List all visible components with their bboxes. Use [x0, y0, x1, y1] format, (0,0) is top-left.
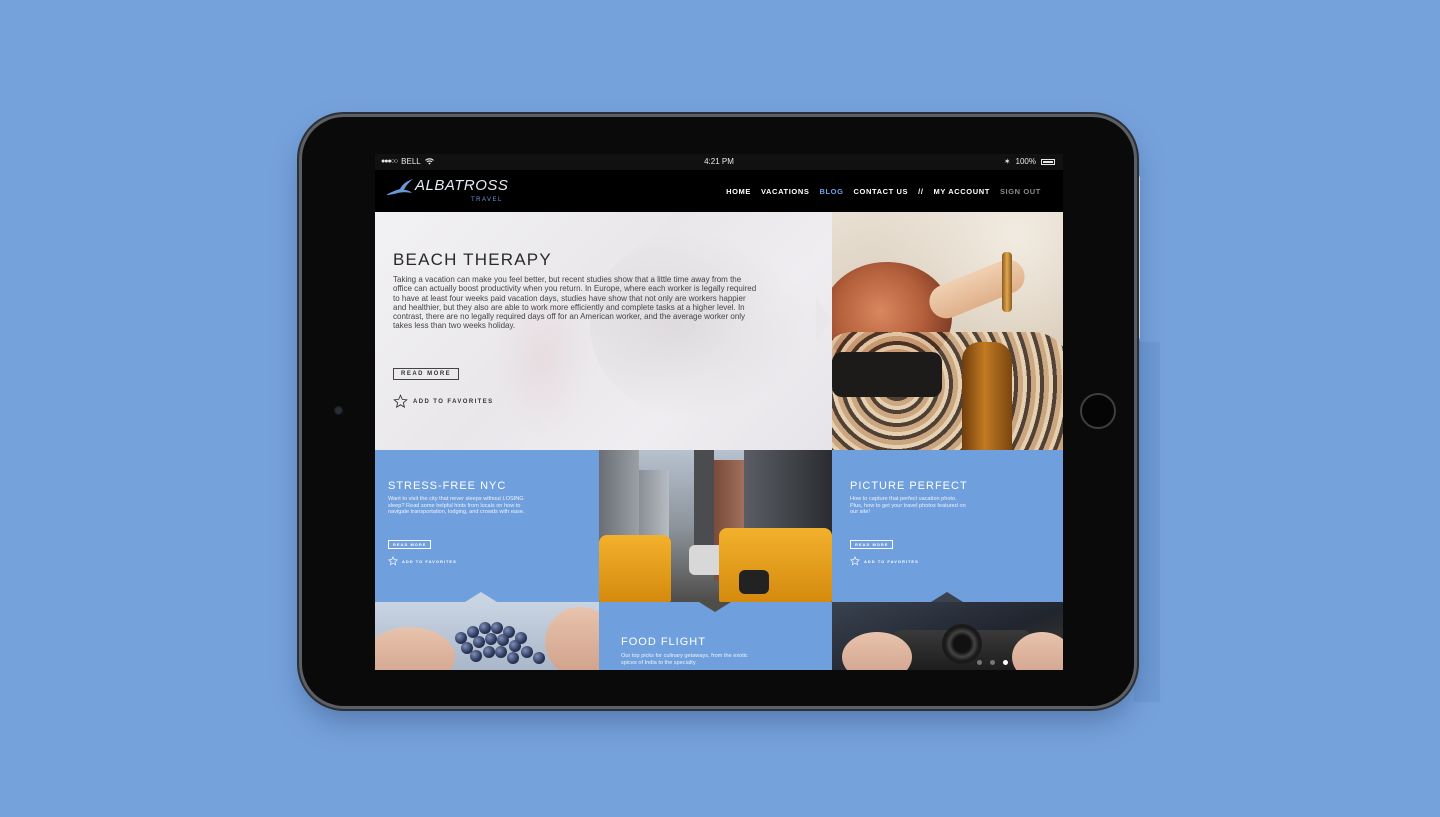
photo-grape	[509, 640, 521, 652]
tile-picture-favorites-label: ADD TO FAVORITES	[864, 558, 919, 564]
hero-section: BEACH THERAPY Taking a vacation can make…	[375, 212, 1063, 450]
photo-building	[694, 450, 714, 550]
tile-nyc[interactable]: STRESS-FREE NYC Want to visit the city t…	[375, 450, 599, 602]
status-bar: ●●●○○ BELL 4:21 PM ✶ 100%	[375, 154, 1063, 170]
photo-hand	[545, 607, 599, 670]
photo-bottle	[962, 342, 1012, 450]
brand-sub: TRAVEL	[471, 197, 503, 203]
nav-home[interactable]: HOME	[726, 187, 751, 196]
star-icon	[393, 394, 408, 409]
food-notch	[699, 602, 731, 612]
tile-food-text: Our top picks for culinary getaways, fro…	[621, 653, 748, 666]
hero-notch	[816, 298, 832, 342]
tile-food-title: FOOD FLIGHT	[621, 636, 706, 648]
hero-text-panel: BEACH THERAPY Taking a vacation can make…	[375, 212, 832, 450]
camera-icon	[334, 406, 343, 415]
carousel-dot[interactable]	[990, 660, 995, 665]
logo[interactable]: ALBATROSS TRAVEL	[385, 177, 509, 203]
star-icon	[850, 556, 860, 566]
ipad-shadow	[1134, 342, 1160, 702]
photo-grape	[491, 622, 503, 634]
camera-notch	[931, 592, 963, 602]
tile-picture-text: How to capture that perfect vacation pho…	[850, 496, 966, 516]
carousel-dot[interactable]	[977, 660, 982, 665]
nav-my-account[interactable]: MY ACCOUNT	[934, 187, 990, 196]
nav-vacations[interactable]: VACATIONS	[761, 187, 809, 196]
tile-picture-perfect[interactable]: PICTURE PERFECT How to capture that perf…	[832, 450, 1063, 602]
photo-grape	[473, 636, 485, 648]
nav-contact-us[interactable]: CONTACT US	[854, 187, 909, 196]
main-nav: HOME VACATIONS BLOG CONTACT US // MY ACC…	[726, 187, 1041, 196]
hero-add-favorites[interactable]: ADD TO FAVORITES	[393, 394, 494, 409]
photo-hand	[375, 627, 455, 670]
photo-taxi	[719, 528, 832, 602]
photo-grape	[483, 646, 495, 658]
photo-wheel	[739, 570, 769, 594]
tile-picture-add-favorites[interactable]: ADD TO FAVORITES	[850, 556, 919, 566]
status-right: ✶ 100%	[1004, 157, 1055, 166]
tile-nyc-title: STRESS-FREE NYC	[388, 480, 507, 492]
photo-grape	[507, 652, 519, 664]
photo-grape	[495, 646, 507, 658]
nav-blog[interactable]: BLOG	[819, 187, 843, 196]
star-icon	[388, 556, 398, 566]
tile-nyc-favorites-label: ADD TO FAVORITES	[402, 558, 457, 564]
status-time: 4:21 PM	[704, 157, 734, 166]
tile-nyc-read-more-button[interactable]: READ MORE	[388, 540, 432, 549]
nav-separator: //	[918, 187, 924, 196]
tile-nyc-text: Want to visit the city that never sleeps…	[388, 496, 525, 516]
tile-nyc-add-favorites[interactable]: ADD TO FAVORITES	[388, 556, 457, 566]
photo-grape	[470, 650, 482, 662]
hero-favorites-label: ADD TO FAVORITES	[413, 398, 494, 405]
photo-jacket	[832, 352, 942, 397]
ipad-volume-button	[1136, 175, 1140, 340]
nyc-photo	[599, 450, 832, 602]
photo-grape	[521, 646, 533, 658]
tile-food-flight[interactable]: FOOD FLIGHT Our top picks for culinary g…	[599, 602, 832, 670]
home-button[interactable]	[1080, 393, 1116, 429]
albatross-bird-icon	[386, 179, 413, 195]
tile-picture-read-more-button[interactable]: READ MORE	[850, 540, 894, 549]
grapes-photo	[375, 602, 599, 670]
nav-bar: ALBATROSS TRAVEL HOME VACATIONS BLOG CON…	[375, 170, 1063, 212]
grapes-notch	[465, 592, 497, 602]
brand-name: ALBATROSS	[415, 177, 509, 194]
photo-bottle	[1002, 252, 1012, 312]
hero-title: BEACH THERAPY	[393, 250, 552, 269]
tile-picture-title: PICTURE PERFECT	[850, 480, 968, 492]
beach-photo	[832, 212, 1063, 450]
photo-camera-lens	[942, 624, 982, 664]
carousel-dot-active[interactable]	[1003, 660, 1008, 665]
photo-taxi	[599, 535, 671, 602]
battery-label: 100%	[1015, 157, 1036, 166]
screen: ●●●○○ BELL 4:21 PM ✶ 100% ALBATROSS TRAV…	[375, 154, 1063, 670]
bluetooth-icon: ✶	[1003, 157, 1011, 166]
photo-grape	[533, 652, 545, 664]
hero-read-more-button[interactable]: READ MORE	[393, 368, 460, 380]
nav-sign-out[interactable]: SIGN OUT	[1000, 187, 1041, 196]
photo-grape	[485, 633, 497, 645]
photo-grape	[497, 634, 509, 646]
hero-text: Taking a vacation can make you feel bett…	[393, 275, 757, 331]
camera-photo	[832, 602, 1063, 670]
battery-icon	[1041, 158, 1055, 165]
